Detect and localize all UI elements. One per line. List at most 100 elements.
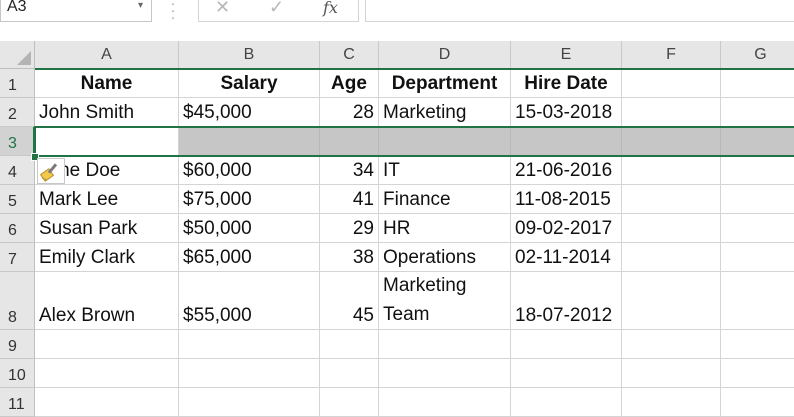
cell-d11[interactable] [379, 388, 511, 417]
insert-function-icon[interactable]: fx [323, 0, 338, 17]
row-header-8[interactable]: 8 [0, 272, 35, 330]
cell-c10[interactable] [320, 359, 379, 388]
cell-a3[interactable] [35, 127, 179, 156]
cell-c2[interactable]: 28 [320, 98, 379, 127]
row-header-11[interactable]: 11 [0, 388, 35, 417]
cell-c4[interactable]: 34 [320, 156, 379, 185]
cell-c9[interactable] [320, 330, 379, 359]
select-all-button[interactable] [0, 41, 35, 69]
cell-f5[interactable] [622, 185, 721, 214]
cell-d9[interactable] [379, 330, 511, 359]
cell-d5[interactable]: Finance [379, 185, 511, 214]
enter-check-icon[interactable]: ✓ [269, 0, 284, 18]
cell-d4[interactable]: IT [379, 156, 511, 185]
cell-f9[interactable] [622, 330, 721, 359]
cell-d7[interactable]: Operations [379, 243, 511, 272]
cell-d8[interactable]: Marketing Team [379, 272, 511, 330]
cell-e4[interactable]: 21-06-2016 [511, 156, 622, 185]
cell-a2[interactable]: John Smith [35, 98, 179, 127]
row-header-3[interactable]: 3 [0, 127, 35, 156]
cell-g4[interactable] [721, 156, 794, 185]
cell-b3[interactable] [179, 127, 320, 156]
cancel-icon[interactable]: ✕ [215, 0, 230, 18]
cell-c3[interactable] [320, 127, 379, 156]
cell-b2[interactable]: $45,000 [179, 98, 320, 127]
cell-c6[interactable]: 29 [320, 214, 379, 243]
chevron-down-icon[interactable]: ▾ [138, 0, 143, 11]
row-header-10[interactable]: 10 [0, 359, 35, 388]
column-header-f[interactable]: F [622, 41, 721, 69]
column-header-g[interactable]: G [721, 41, 794, 69]
row-header-9[interactable]: 9 [0, 330, 35, 359]
cell-f3[interactable] [622, 127, 721, 156]
cell-g2[interactable] [721, 98, 794, 127]
cell-f4[interactable] [622, 156, 721, 185]
cell-e10[interactable] [511, 359, 622, 388]
cell-e5[interactable]: 11-08-2015 [511, 185, 622, 214]
row-header-5[interactable]: 5 [0, 185, 35, 214]
cell-c8[interactable]: 45 [320, 272, 379, 330]
cell-g8[interactable] [721, 272, 794, 330]
row-header-4[interactable]: 4 [0, 156, 35, 185]
cell-f2[interactable] [622, 98, 721, 127]
cell-c7[interactable]: 38 [320, 243, 379, 272]
cell-b6[interactable]: $50,000 [179, 214, 320, 243]
column-header-a[interactable]: A [35, 41, 179, 69]
cell-a1[interactable]: Name [35, 69, 179, 98]
cell-c5[interactable]: 41 [320, 185, 379, 214]
cell-d3[interactable] [379, 127, 511, 156]
column-header-b[interactable]: B [179, 41, 320, 69]
cell-d2[interactable]: Marketing [379, 98, 511, 127]
cell-e9[interactable] [511, 330, 622, 359]
drag-handle-icon[interactable]: · · · [170, 0, 176, 24]
cell-c1[interactable]: Age [320, 69, 379, 98]
cell-g10[interactable] [721, 359, 794, 388]
row-header-2[interactable]: 2 [0, 98, 35, 127]
cell-b4[interactable]: $60,000 [179, 156, 320, 185]
cell-g11[interactable] [721, 388, 794, 417]
cell-f7[interactable] [622, 243, 721, 272]
cell-d1[interactable]: Department [379, 69, 511, 98]
cell-a9[interactable] [35, 330, 179, 359]
cell-e3[interactable] [511, 127, 622, 156]
cell-g5[interactable] [721, 185, 794, 214]
cell-c11[interactable] [320, 388, 379, 417]
row-header-1[interactable]: 1 [0, 69, 35, 98]
column-header-d[interactable]: D [379, 41, 511, 69]
cell-f6[interactable] [622, 214, 721, 243]
cell-g7[interactable] [721, 243, 794, 272]
cell-b5[interactable]: $75,000 [179, 185, 320, 214]
cell-e1[interactable]: Hire Date [511, 69, 622, 98]
cell-e7[interactable]: 02-11-2014 [511, 243, 622, 272]
cell-g1[interactable] [721, 69, 794, 98]
cell-b9[interactable] [179, 330, 320, 359]
cell-g6[interactable] [721, 214, 794, 243]
cell-b10[interactable] [179, 359, 320, 388]
cell-e8[interactable]: 18-07-2012 [511, 272, 622, 330]
row-header-6[interactable]: 6 [0, 214, 35, 243]
cell-d6[interactable]: HR [379, 214, 511, 243]
cell-f1[interactable] [622, 69, 721, 98]
cell-a7[interactable]: Emily Clark [35, 243, 179, 272]
cell-b11[interactable] [179, 388, 320, 417]
cell-b7[interactable]: $65,000 [179, 243, 320, 272]
cell-f8[interactable] [622, 272, 721, 330]
cell-e11[interactable] [511, 388, 622, 417]
row-header-7[interactable]: 7 [0, 243, 35, 272]
cell-a10[interactable] [35, 359, 179, 388]
cell-g9[interactable] [721, 330, 794, 359]
cell-a11[interactable] [35, 388, 179, 417]
cell-a5[interactable]: Mark Lee [35, 185, 179, 214]
cell-e2[interactable]: 15-03-2018 [511, 98, 622, 127]
name-box[interactable]: A3 ▾ [0, 0, 152, 22]
cell-b1[interactable]: Salary [179, 69, 320, 98]
cell-g3[interactable] [721, 127, 794, 156]
cell-a8[interactable]: Alex Brown [35, 272, 179, 330]
formula-input[interactable] [365, 0, 794, 22]
cell-f11[interactable] [622, 388, 721, 417]
cell-a6[interactable]: Susan Park [35, 214, 179, 243]
cell-e6[interactable]: 09-02-2017 [511, 214, 622, 243]
cell-d10[interactable] [379, 359, 511, 388]
cell-b8[interactable]: $55,000 [179, 272, 320, 330]
cell-f10[interactable] [622, 359, 721, 388]
